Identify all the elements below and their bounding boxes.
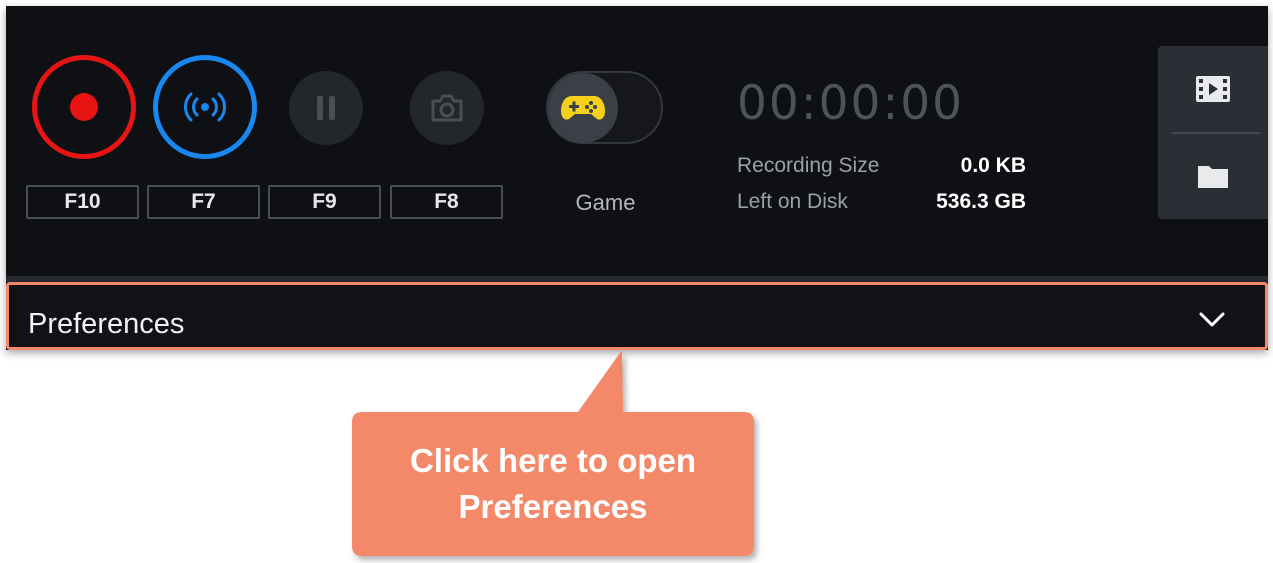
screenshot-button[interactable] <box>410 71 484 145</box>
screenshot-hotkey: F8 <box>390 185 503 219</box>
recorder-panel: F10 F7 F9 F8 Game 00:00:00 Recording Siz… <box>6 6 1268 350</box>
pause-hotkey: F9 <box>268 185 381 219</box>
recordings-button[interactable] <box>1158 46 1268 132</box>
film-icon <box>1195 75 1231 103</box>
side-panel <box>1158 46 1268 219</box>
gamepad-icon <box>560 93 606 123</box>
stream-hotkey: F7 <box>147 185 260 219</box>
pause-icon <box>315 95 337 121</box>
recording-timer: 00:00:00 <box>737 76 965 131</box>
record-hotkey: F10 <box>26 185 139 219</box>
open-folder-button[interactable] <box>1158 133 1268 219</box>
recording-size-label: Recording Size <box>737 154 880 177</box>
preferences-bar[interactable]: Preferences <box>6 282 1268 350</box>
callout-text: Click here to open Preferences <box>354 438 752 530</box>
recording-size-value: 0.0 KB <box>960 154 1026 177</box>
chevron-down-icon[interactable] <box>1199 312 1225 333</box>
left-on-disk-value: 536.3 GB <box>936 190 1026 213</box>
recorder-toolbar: F10 F7 F9 F8 Game 00:00:00 Recording Siz… <box>6 6 1268 276</box>
game-mode-knob <box>548 73 618 143</box>
folder-icon <box>1197 163 1229 189</box>
record-button[interactable] <box>32 55 136 159</box>
game-mode-toggle[interactable] <box>546 71 663 144</box>
pause-button[interactable] <box>289 71 363 145</box>
screenshot-stage: F10 F7 F9 F8 Game 00:00:00 Recording Siz… <box>0 0 1273 563</box>
broadcast-icon <box>181 92 229 122</box>
record-icon <box>70 93 98 121</box>
game-mode-label: Game <box>575 190 636 215</box>
callout-line-1: Click here to open <box>409 442 697 479</box>
preferences-label: Preferences <box>28 308 185 340</box>
camera-icon <box>429 93 465 123</box>
stream-button[interactable] <box>153 55 257 159</box>
left-on-disk-label: Left on Disk <box>737 190 848 213</box>
callout-line-2: Preferences <box>458 488 648 525</box>
